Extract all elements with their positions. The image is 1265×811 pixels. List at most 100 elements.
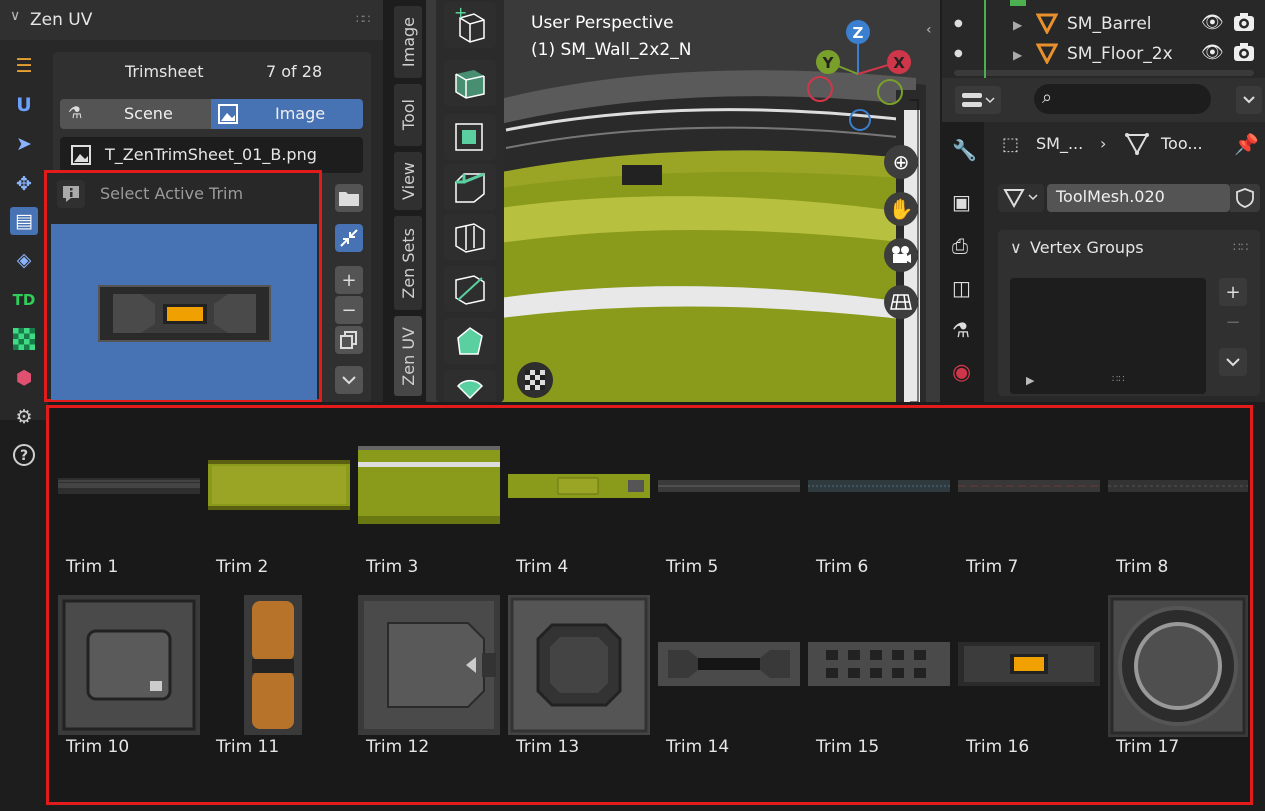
trim-label[interactable]: Trim 17 [1116, 737, 1179, 757]
cursor-icon[interactable]: ➤ [10, 130, 38, 158]
knife-tool-icon[interactable] [444, 266, 496, 312]
trim-thumbnail[interactable] [508, 595, 650, 735]
world-icon[interactable]: ◉ [952, 360, 971, 385]
outliner-item[interactable]: SM_Floor_2x [1067, 44, 1173, 64]
trim-thumbnail[interactable] [208, 460, 350, 510]
trim-thumbnail[interactable] [958, 480, 1100, 492]
trim-label[interactable]: Trim 15 [816, 737, 879, 757]
eye-icon[interactable]: 👁 [1201, 12, 1224, 33]
resize-grip-icon[interactable]: ∷∷ [1112, 374, 1125, 385]
copy-icon[interactable] [335, 326, 363, 354]
poly-build-tool-icon[interactable] [444, 318, 496, 364]
expand-arrow-icon[interactable]: ▶ [1013, 18, 1022, 32]
image-tab-button[interactable]: Image [211, 99, 363, 129]
trim-thumbnail[interactable] [658, 642, 800, 686]
mesh-browse-button[interactable] [998, 184, 1044, 212]
zoom-icon[interactable]: ⊕ [884, 145, 918, 179]
chevron-left-icon[interactable]: ‹ [926, 22, 932, 38]
shrink-icon[interactable] [335, 224, 363, 252]
tab-zen-uv[interactable]: Zen UV [394, 316, 422, 396]
trim-label[interactable]: Trim 13 [516, 737, 579, 757]
add-icon[interactable]: + [335, 266, 363, 294]
list-icon[interactable]: ☰ [10, 52, 38, 80]
pan-hand-icon[interactable]: ✋ [884, 192, 918, 226]
trim-thumbnail[interactable] [1108, 595, 1248, 737]
trim-thumbnail[interactable] [358, 595, 500, 735]
trim-thumbnail[interactable] [58, 478, 200, 494]
ortho-grid-icon[interactable] [884, 285, 918, 319]
tab-view[interactable]: View [394, 152, 422, 210]
trim-label[interactable]: Trim 6 [816, 557, 868, 577]
trim-thumbnail[interactable] [58, 595, 200, 735]
checker-icon[interactable] [10, 325, 38, 353]
chevron-down-icon[interactable] [1236, 86, 1262, 114]
drag-handle-icon[interactable]: ∷∷ [356, 12, 370, 26]
eye-icon[interactable]: 👁 [1201, 42, 1224, 63]
trim-label[interactable]: Trim 10 [66, 737, 129, 757]
trim-thumbnail[interactable] [358, 446, 500, 524]
tab-image[interactable]: Image [394, 6, 422, 78]
chevron-down-icon[interactable] [335, 366, 363, 394]
trim-label[interactable]: Trim 1 [66, 557, 118, 577]
outliner-scrollbar[interactable] [954, 70, 1254, 76]
vertex-groups-title[interactable]: Vertex Groups [1030, 238, 1144, 257]
inset-tool-icon[interactable] [444, 114, 496, 160]
chevron-down-icon[interactable] [1219, 348, 1247, 376]
view-layer-icon[interactable]: ◫ [952, 276, 971, 300]
camera-icon[interactable] [884, 238, 918, 272]
expand-arrow-icon[interactable]: ▶ [1026, 374, 1034, 387]
navigation-gizmo[interactable]: Z X Y [800, 14, 920, 134]
td-icon[interactable]: TD [10, 286, 38, 314]
fake-user-shield-icon[interactable] [1230, 184, 1260, 212]
scene-tab-button[interactable]: ⚗ Scene [60, 99, 211, 129]
trim-thumbnail[interactable] [1108, 480, 1248, 492]
layers-icon[interactable]: ◈ [10, 246, 38, 274]
trim-thumbnail[interactable] [244, 595, 302, 735]
loop-cut-tool-icon[interactable] [444, 214, 496, 260]
render-icon[interactable]: ▣ [952, 190, 971, 214]
remove-vertex-group-icon[interactable]: − [1219, 308, 1247, 336]
zen-u-icon[interactable]: U [10, 91, 38, 119]
trim-label[interactable]: Trim 12 [366, 737, 429, 757]
add-vertex-group-icon[interactable]: + [1219, 278, 1247, 306]
vertex-groups-list[interactable] [1010, 278, 1206, 394]
camera-render-icon[interactable] [1233, 42, 1255, 66]
trim-label[interactable]: Trim 8 [1116, 557, 1168, 577]
remove-icon[interactable]: − [335, 296, 363, 324]
tab-tool[interactable]: Tool [394, 84, 422, 146]
trim-label[interactable]: Trim 3 [366, 557, 418, 577]
tool-settings-icon[interactable]: 🔧 [952, 138, 977, 162]
spin-tool-icon[interactable] [444, 370, 496, 402]
trim-label[interactable]: Trim 2 [216, 557, 268, 577]
cube-icon[interactable]: ⬢ [10, 364, 38, 392]
trim-label[interactable]: Trim 4 [516, 557, 568, 577]
chevron-down-icon[interactable]: ∨ [1010, 238, 1022, 257]
folder-icon[interactable] [335, 184, 363, 212]
trim-thumbnail[interactable] [808, 642, 950, 686]
camera-render-icon[interactable] [1233, 12, 1255, 36]
move-icon[interactable]: ✥ [10, 170, 38, 198]
trim-thumbnail[interactable] [808, 480, 950, 492]
checker-toggle-icon[interactable] [517, 362, 553, 398]
expand-arrow-icon[interactable]: ▶ [1013, 48, 1022, 62]
help-icon[interactable]: ? [10, 441, 38, 469]
scene-icon[interactable]: ⚗ [952, 318, 970, 342]
outliner-item[interactable]: SM_Barrel [1067, 14, 1152, 34]
trim-panel-icon[interactable]: ▤ [10, 207, 38, 235]
trim-label[interactable]: Trim 7 [966, 557, 1018, 577]
trim-thumbnail[interactable] [958, 642, 1100, 686]
extrude-tool-icon[interactable] [444, 60, 496, 106]
trim-label[interactable]: Trim 5 [666, 557, 718, 577]
trim-label[interactable]: Trim 14 [666, 737, 729, 757]
properties-search-input[interactable]: ⌕ [1034, 84, 1211, 114]
tab-zen-sets[interactable]: Zen Sets [394, 216, 422, 310]
output-icon[interactable]: ⎙ [952, 234, 968, 258]
trim-thumbnail[interactable] [658, 480, 800, 492]
trim-label[interactable]: Trim 16 [966, 737, 1029, 757]
chevron-down-icon[interactable]: ∨ [10, 8, 20, 24]
settings-icon[interactable]: ⚙ [10, 403, 38, 431]
add-cube-tool-icon[interactable]: + [444, 2, 496, 48]
trim-label[interactable]: Trim 11 [216, 737, 279, 757]
trim-thumbnail[interactable] [508, 474, 650, 498]
editor-type-icon[interactable] [955, 86, 1001, 114]
